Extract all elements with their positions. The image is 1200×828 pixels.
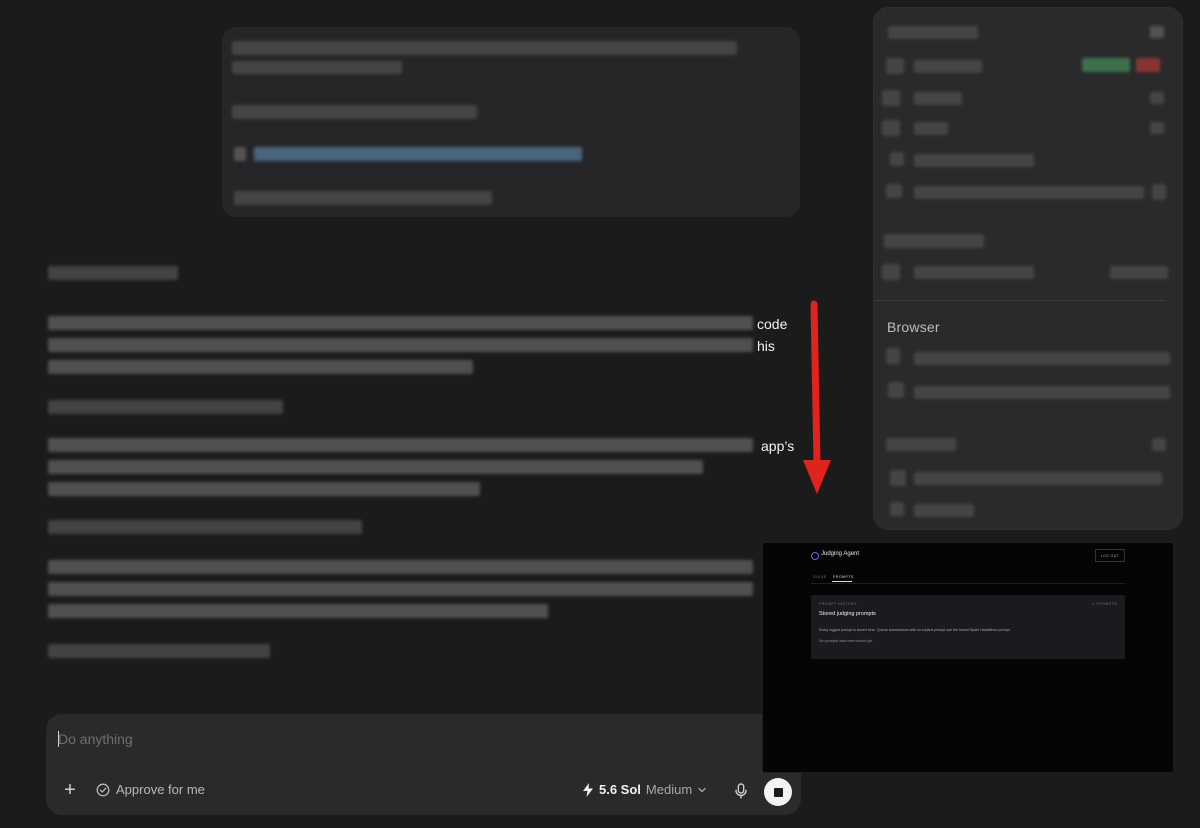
tab-divider — [811, 583, 1125, 584]
stop-icon — [773, 787, 783, 797]
text-caret — [58, 731, 59, 747]
red-arrow-annotation — [803, 300, 831, 494]
browser-heading: Browser — [887, 319, 940, 335]
chevron-down-icon — [698, 787, 706, 792]
transcript-fragment-code: code — [757, 316, 788, 332]
microphone-icon — [735, 783, 747, 799]
stop-button[interactable] — [764, 778, 792, 806]
tab-prompts[interactable]: PROMPTS — [833, 575, 854, 579]
card-eyebrow: PROMPT HISTORY — [819, 602, 857, 606]
log-out-button[interactable]: LOG OUT — [1095, 549, 1125, 562]
tab-guide[interactable]: GUIDE — [813, 575, 827, 579]
side-panel-divider — [875, 300, 1165, 301]
card-title: Stored judging prompts — [819, 611, 876, 617]
transcript-fragment-his: his — [757, 338, 775, 354]
approve-for-me-button[interactable]: Approve for me — [96, 782, 205, 797]
app-title: Judging Agent — [821, 551, 860, 557]
side-panel — [873, 7, 1183, 530]
empty-state-text: No prompts have been stored yet. — [819, 639, 874, 643]
card-description: Every logged prompt is stored here. Queu… — [819, 628, 1011, 632]
prompt-count: 0 PROMPTS — [1092, 602, 1117, 606]
plus-icon: + — [64, 779, 76, 801]
approve-for-me-label: Approve for me — [116, 782, 205, 797]
add-attachment-button[interactable]: + — [60, 780, 80, 800]
lightning-icon — [583, 782, 593, 797]
judging-agent-window: Judging Agent LOG OUT GUIDE PROMPTS PROM… — [762, 542, 1174, 773]
model-selector[interactable]: 5.6 Sol Medium — [582, 782, 707, 797]
message-card — [222, 27, 800, 217]
model-name: 5.6 Sol — [599, 782, 641, 797]
prompt-history-card: PROMPT HISTORY 0 PROMPTS Stored judging … — [811, 595, 1125, 659]
microphone-button[interactable] — [732, 782, 750, 800]
approval-icon — [96, 783, 110, 796]
app-logo-icon — [811, 552, 819, 560]
prompt-input[interactable] — [58, 728, 758, 750]
composer: + Approve for me 5.6 Sol Medium — [46, 714, 801, 815]
model-effort: Medium — [645, 782, 693, 797]
transcript-fragment-apps: app’s — [761, 438, 795, 454]
active-tab-indicator — [832, 581, 852, 582]
